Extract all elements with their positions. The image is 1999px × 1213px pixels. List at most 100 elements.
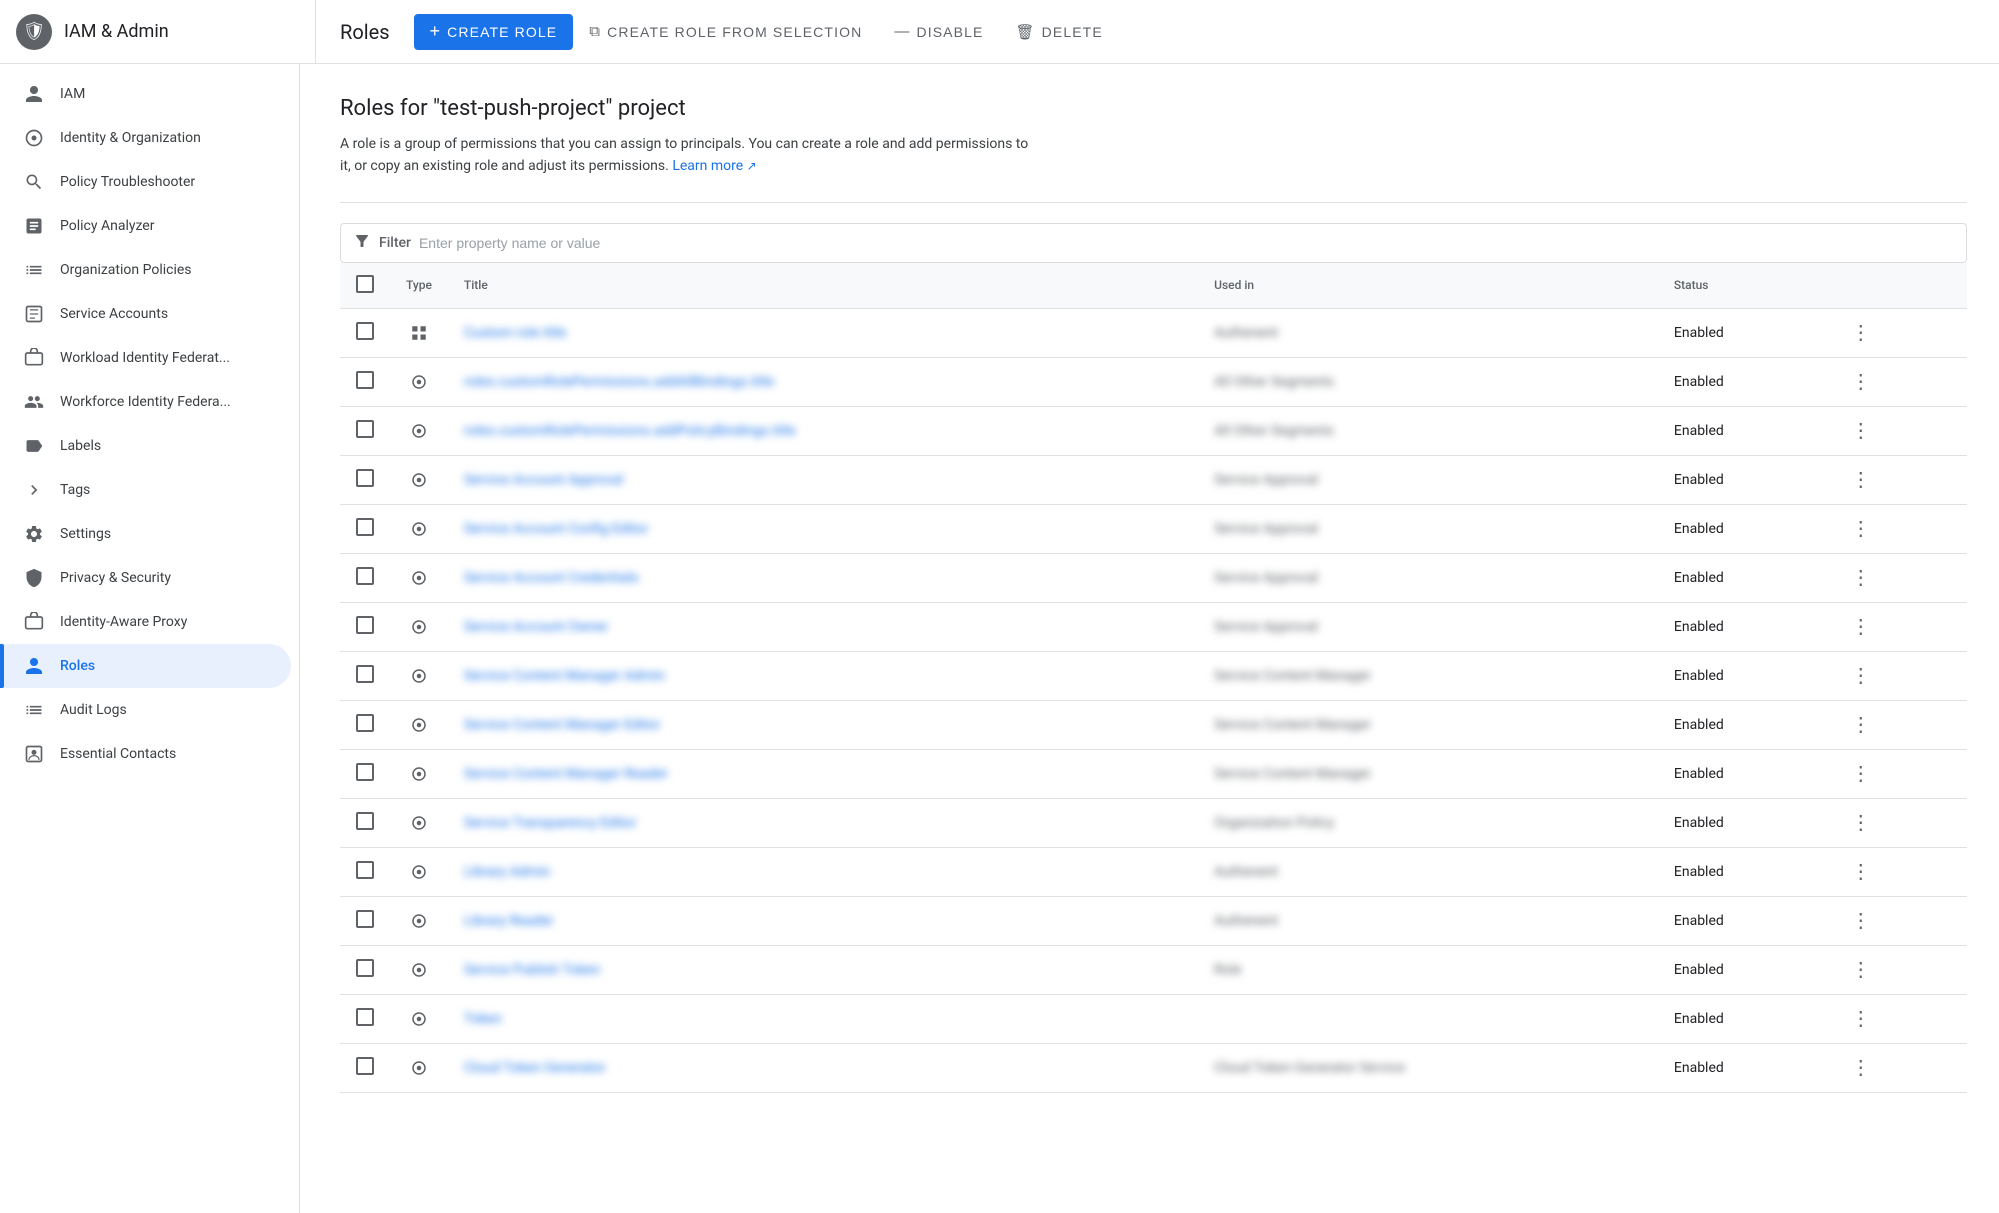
- more-actions-button[interactable]: ⋮: [1843, 368, 1879, 396]
- row-actions-cell[interactable]: ⋮: [1827, 651, 1967, 700]
- row-checkbox[interactable]: [356, 1057, 374, 1075]
- sidebar-item-labels[interactable]: Labels: [0, 424, 291, 468]
- row-actions-cell[interactable]: ⋮: [1827, 749, 1967, 798]
- row-actions-cell[interactable]: ⋮: [1827, 896, 1967, 945]
- sidebar-item-organization-policies[interactable]: Organization Policies: [0, 248, 291, 292]
- role-used-in: Authenent: [1214, 864, 1278, 880]
- more-actions-button[interactable]: ⋮: [1843, 907, 1879, 935]
- row-actions-cell[interactable]: ⋮: [1827, 847, 1967, 896]
- more-actions-button[interactable]: ⋮: [1843, 760, 1879, 788]
- row-title-cell[interactable]: Library Admin: [448, 847, 1198, 896]
- learn-more-link[interactable]: Learn more ↗: [672, 158, 756, 174]
- row-actions-cell[interactable]: ⋮: [1827, 602, 1967, 651]
- row-title-cell[interactable]: roles.customRolePermissions.addPolicyBin…: [448, 406, 1198, 455]
- sidebar-label-iam: IAM: [60, 86, 85, 102]
- more-actions-button[interactable]: ⋮: [1843, 564, 1879, 592]
- sidebar-item-workforce-identity[interactable]: Workforce Identity Federa...: [0, 380, 291, 424]
- row-title-cell[interactable]: roles.customRolePermissions.addAllBindin…: [448, 357, 1198, 406]
- row-title-cell[interactable]: Service Content Manager Editor: [448, 700, 1198, 749]
- sidebar-item-policy-analyzer[interactable]: Policy Analyzer: [0, 204, 291, 248]
- row-actions-cell[interactable]: ⋮: [1827, 1043, 1967, 1092]
- row-checkbox[interactable]: [356, 469, 374, 487]
- row-actions-cell[interactable]: ⋮: [1827, 406, 1967, 455]
- row-title-cell[interactable]: Token: [448, 994, 1198, 1043]
- row-title-cell[interactable]: Service Account Owner: [448, 602, 1198, 651]
- row-checkbox[interactable]: [356, 567, 374, 585]
- sidebar-item-roles[interactable]: Roles: [0, 644, 291, 688]
- row-title-cell[interactable]: Service Account Approval: [448, 455, 1198, 504]
- role-title: Custom role title: [464, 325, 567, 341]
- row-title-cell[interactable]: Service Content Manager Reader: [448, 749, 1198, 798]
- row-type-cell: [390, 651, 448, 700]
- more-actions-button[interactable]: ⋮: [1843, 662, 1879, 690]
- more-actions-button[interactable]: ⋮: [1843, 1005, 1879, 1033]
- row-title-cell[interactable]: Cloud Token Generator: [448, 1043, 1198, 1092]
- sidebar-item-privacy-security[interactable]: Privacy & Security: [0, 556, 291, 600]
- more-actions-button[interactable]: ⋮: [1843, 319, 1879, 347]
- row-checkbox[interactable]: [356, 665, 374, 683]
- row-checkbox[interactable]: [356, 812, 374, 830]
- row-actions-cell[interactable]: ⋮: [1827, 700, 1967, 749]
- row-title-cell[interactable]: Custom role title: [448, 308, 1198, 357]
- sidebar-item-audit-logs[interactable]: Audit Logs: [0, 688, 291, 732]
- delete-button[interactable]: 🗑 DELETE: [999, 14, 1118, 50]
- filter-input[interactable]: [419, 235, 1954, 251]
- type-icon: [406, 1010, 432, 1028]
- more-actions-button[interactable]: ⋮: [1843, 466, 1879, 494]
- more-actions-button[interactable]: ⋮: [1843, 1054, 1879, 1082]
- more-actions-button[interactable]: ⋮: [1843, 858, 1879, 886]
- sidebar-item-essential-contacts[interactable]: Essential Contacts: [0, 732, 291, 776]
- more-actions-button[interactable]: ⋮: [1843, 515, 1879, 543]
- row-actions-cell[interactable]: ⋮: [1827, 455, 1967, 504]
- sidebar-item-tags[interactable]: Tags: [0, 468, 291, 512]
- row-checkbox[interactable]: [356, 959, 374, 977]
- iam-icon: [24, 84, 44, 104]
- row-actions-cell[interactable]: ⋮: [1827, 553, 1967, 602]
- more-actions-button[interactable]: ⋮: [1843, 613, 1879, 641]
- copy-icon: ⧉: [589, 23, 601, 40]
- row-checkbox[interactable]: [356, 371, 374, 389]
- create-role-button[interactable]: + CREATE ROLE: [414, 14, 574, 50]
- row-checkbox[interactable]: [356, 1008, 374, 1026]
- row-checkbox[interactable]: [356, 518, 374, 536]
- disable-button[interactable]: — DISABLE: [878, 14, 999, 50]
- row-checkbox[interactable]: [356, 714, 374, 732]
- row-used-in-cell: Service Content Manager: [1198, 749, 1658, 798]
- type-icon: [406, 961, 432, 979]
- row-title-cell[interactable]: Service Content Manager Admin: [448, 651, 1198, 700]
- sidebar-label-essential-contacts: Essential Contacts: [60, 746, 176, 762]
- more-actions-button[interactable]: ⋮: [1843, 711, 1879, 739]
- sidebar-item-workload-identity[interactable]: Workload Identity Federat...: [0, 336, 291, 380]
- sidebar-item-iam[interactable]: IAM: [0, 72, 291, 116]
- row-title-cell[interactable]: Service Transparency Editor: [448, 798, 1198, 847]
- row-checkbox[interactable]: [356, 420, 374, 438]
- role-status: Enabled: [1674, 717, 1724, 733]
- sidebar-item-settings[interactable]: Settings: [0, 512, 291, 556]
- type-icon: [406, 569, 432, 587]
- row-actions-cell[interactable]: ⋮: [1827, 798, 1967, 847]
- sidebar-item-policy-troubleshooter[interactable]: Policy Troubleshooter: [0, 160, 291, 204]
- row-actions-cell[interactable]: ⋮: [1827, 504, 1967, 553]
- select-all-checkbox[interactable]: [356, 275, 374, 293]
- row-checkbox[interactable]: [356, 861, 374, 879]
- row-checkbox[interactable]: [356, 910, 374, 928]
- sidebar-item-identity-aware-proxy[interactable]: Identity-Aware Proxy: [0, 600, 291, 644]
- row-actions-cell[interactable]: ⋮: [1827, 945, 1967, 994]
- row-actions-cell[interactable]: ⋮: [1827, 357, 1967, 406]
- row-title-cell[interactable]: Service Publish Token: [448, 945, 1198, 994]
- sidebar-item-service-accounts[interactable]: Service Accounts: [0, 292, 291, 336]
- row-title-cell[interactable]: Service Account Credentials: [448, 553, 1198, 602]
- row-actions-cell[interactable]: ⋮: [1827, 994, 1967, 1043]
- more-actions-button[interactable]: ⋮: [1843, 956, 1879, 984]
- row-checkbox[interactable]: [356, 322, 374, 340]
- row-checkbox[interactable]: [356, 763, 374, 781]
- row-status-cell: Enabled: [1658, 945, 1827, 994]
- more-actions-button[interactable]: ⋮: [1843, 809, 1879, 837]
- create-role-from-selection-button[interactable]: ⧉ CREATE ROLE FROM SELECTION: [573, 14, 878, 50]
- sidebar-item-identity-organization[interactable]: Identity & Organization: [0, 116, 291, 160]
- row-checkbox[interactable]: [356, 616, 374, 634]
- row-title-cell[interactable]: Service Account Config Editor: [448, 504, 1198, 553]
- row-title-cell[interactable]: Library Reader: [448, 896, 1198, 945]
- more-actions-button[interactable]: ⋮: [1843, 417, 1879, 445]
- row-actions-cell[interactable]: ⋮: [1827, 308, 1967, 357]
